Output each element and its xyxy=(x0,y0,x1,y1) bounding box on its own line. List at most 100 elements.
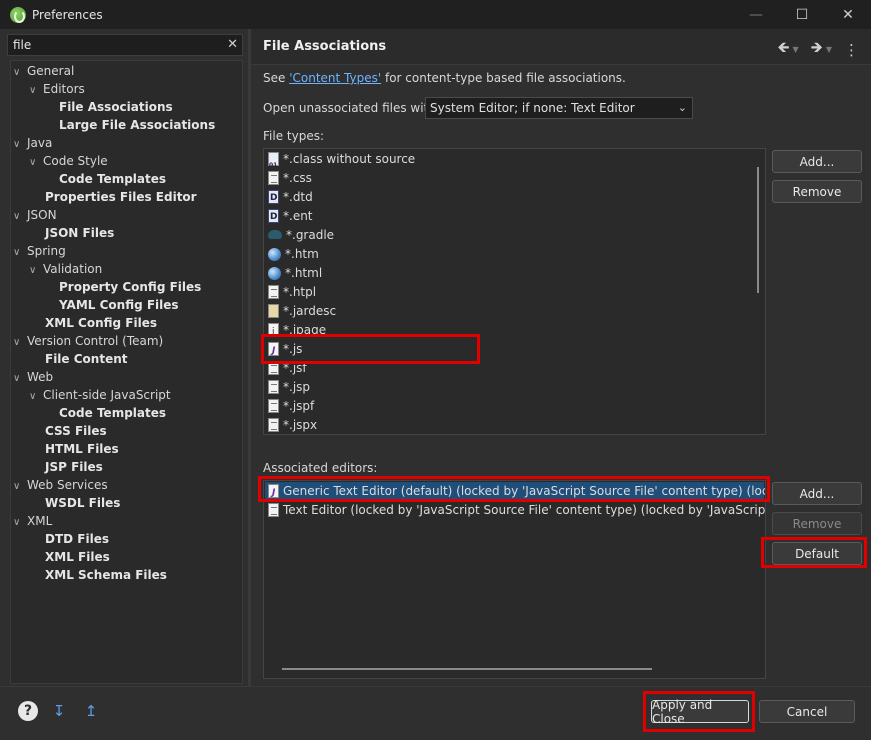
file-types-list[interactable]: *.class without source *.css *.dtd *.ent *.g… xyxy=(263,148,766,435)
file-types-scrollbar[interactable] xyxy=(751,149,765,434)
tree-item[interactable]: CSS Files xyxy=(45,422,107,440)
tree-item-label: Version Control (Team) xyxy=(27,334,164,348)
file-type-remove-button[interactable]: Remove xyxy=(772,180,862,203)
editor-remove-button[interactable]: Remove xyxy=(772,512,862,535)
see-prefix: See xyxy=(263,71,290,85)
editor-row[interactable]: Text Editor (locked by 'JavaScript Sourc… xyxy=(268,501,765,520)
chevron-down-icon[interactable]: ∨ xyxy=(13,244,27,262)
page-header: File Associations 🡸 ▼ 🡺 ▼ ⋮ xyxy=(251,29,871,65)
tree-item[interactable]: ∨ Java xyxy=(13,134,52,152)
tree-item[interactable]: Code Templates xyxy=(45,404,166,422)
file-type-row-label: *.jardesc xyxy=(283,304,337,318)
tree-item[interactable]: ∨ XML xyxy=(13,512,52,530)
tree-item[interactable]: ∨ JSON xyxy=(13,206,57,224)
tree-item-label: Properties Files Editor xyxy=(45,190,197,204)
tree-item[interactable]: Code Templates xyxy=(45,170,166,188)
file-type-row[interactable]: *.class without source xyxy=(268,150,415,175)
associated-editors-list[interactable]: Generic Text Editor (default) (locked by… xyxy=(263,480,766,679)
file-type-row-label: *.jspx xyxy=(283,418,318,432)
chevron-down-icon[interactable]: ∨ xyxy=(29,388,43,406)
chevron-down-icon[interactable]: ∨ xyxy=(13,478,27,496)
tree-item-label: XML Schema Files xyxy=(45,568,167,582)
file-icon xyxy=(268,152,279,175)
filter-input[interactable]: file ✕ xyxy=(7,34,243,56)
chevron-down-icon[interactable]: ∨ xyxy=(13,334,27,352)
chevron-down-icon[interactable]: ∨ xyxy=(13,514,27,532)
tree-item-label: JSON xyxy=(27,208,57,222)
file-type-row[interactable]: *.gradle xyxy=(268,226,334,245)
chevron-down-icon[interactable]: ∨ xyxy=(29,154,43,172)
open-unassociated-select[interactable]: System Editor; if none: Text Editor ⌄ xyxy=(425,97,693,119)
file-type-row[interactable]: *.htpl xyxy=(268,283,316,302)
open-unassociated-label: Open unassociated files with: xyxy=(263,101,440,115)
help-icon[interactable]: ? xyxy=(18,701,38,721)
tree-item[interactable]: DTD Files xyxy=(45,530,109,548)
export-preferences-icon[interactable]: ↥ xyxy=(80,701,102,721)
file-type-row-label: *.html xyxy=(285,266,323,280)
tree-item[interactable]: ∨ Web xyxy=(13,368,53,386)
view-menu-icon[interactable]: ⋮ xyxy=(844,41,859,59)
tree-item[interactable]: Property Config Files xyxy=(45,278,201,296)
tree-item[interactable]: ∨ General xyxy=(13,62,74,80)
cancel-button[interactable]: Cancel xyxy=(759,700,855,723)
tree-item[interactable]: ∨ Version Control (Team) xyxy=(13,332,163,350)
close-button[interactable]: ✕ xyxy=(825,0,871,29)
scrollbar-thumb[interactable] xyxy=(757,167,759,293)
back-history-dropdown-icon[interactable]: ▼ xyxy=(793,45,799,54)
forward-arrow-icon[interactable]: 🡺 xyxy=(811,37,823,62)
file-type-row[interactable]: *.jspx xyxy=(268,416,318,434)
chevron-down-icon[interactable]: ∨ xyxy=(13,136,27,154)
file-type-row[interactable]: *.css xyxy=(268,169,312,188)
tree-item[interactable]: ∨ Spring xyxy=(13,242,66,260)
tree-item[interactable]: YAML Config Files xyxy=(45,296,179,314)
file-type-row-label: *.dtd xyxy=(283,190,313,204)
tree-item[interactable]: XML Schema Files xyxy=(45,566,167,584)
editor-add-button[interactable]: Add... xyxy=(772,482,862,505)
chevron-down-icon: ⌄ xyxy=(677,101,687,114)
tree-item[interactable]: JSP Files xyxy=(45,458,103,476)
import-preferences-icon[interactable]: ↧ xyxy=(48,701,70,721)
file-type-row[interactable]: *.dtd xyxy=(268,188,313,208)
tree-item[interactable]: XML Files xyxy=(45,548,110,566)
tree-item[interactable]: File Content xyxy=(45,350,128,368)
content-types-link[interactable]: 'Content Types' xyxy=(289,71,381,85)
tree-item-label: Large File Associations xyxy=(59,118,216,132)
tree-item[interactable]: ∨ Web Services xyxy=(13,476,108,494)
window-title: Preferences xyxy=(32,7,103,22)
open-unassociated-value: System Editor; if none: Text Editor xyxy=(430,101,635,115)
file-type-row[interactable]: *.htm xyxy=(268,245,319,264)
chevron-down-icon[interactable]: ∨ xyxy=(13,64,27,82)
file-type-add-button[interactable]: Add... xyxy=(772,150,862,173)
file-type-row[interactable]: *.html xyxy=(268,264,322,283)
file-type-row[interactable]: *.jspf xyxy=(268,397,314,416)
chevron-down-icon[interactable]: ∨ xyxy=(13,208,27,226)
file-icon xyxy=(268,208,279,227)
tree-item[interactable]: JSON Files xyxy=(45,224,114,242)
minimize-button[interactable]: — xyxy=(733,0,779,29)
tree-item[interactable]: ∨ Editors xyxy=(29,80,85,98)
file-type-row-label: *.gradle xyxy=(286,228,335,242)
tree-item[interactable]: HTML Files xyxy=(45,440,119,458)
tree-item[interactable]: Properties Files Editor xyxy=(45,188,197,206)
file-type-row[interactable]: *.ent xyxy=(268,207,313,227)
file-type-row[interactable]: *.jardesc xyxy=(268,302,336,321)
chevron-down-icon[interactable]: ∨ xyxy=(29,82,43,100)
tree-item[interactable]: ∨ Client-side JavaScript xyxy=(29,386,171,404)
file-icon xyxy=(268,285,279,299)
tree-item-label: Spring xyxy=(27,244,66,258)
back-arrow-icon[interactable]: 🡸 xyxy=(777,37,789,62)
chevron-down-icon[interactable]: ∨ xyxy=(29,262,43,280)
highlight-generic-text-editor xyxy=(258,476,770,502)
tree-item[interactable]: ∨ Validation xyxy=(29,260,102,278)
tree-item[interactable]: Large File Associations xyxy=(45,116,215,134)
clear-filter-icon[interactable]: ✕ xyxy=(227,37,238,52)
forward-history-dropdown-icon[interactable]: ▼ xyxy=(826,45,832,54)
file-type-row[interactable]: *.jsp xyxy=(268,378,310,397)
maximize-button[interactable]: ☐ xyxy=(779,0,825,29)
tree-item[interactable]: WSDL Files xyxy=(45,494,120,512)
tree-item[interactable]: File Associations xyxy=(45,98,173,116)
tree-item[interactable]: ∨ Code Style xyxy=(29,152,108,170)
tree-item[interactable]: XML Config Files xyxy=(45,314,157,332)
chevron-down-icon[interactable]: ∨ xyxy=(13,370,27,388)
horizontal-scrollbar-thumb[interactable] xyxy=(282,668,652,670)
